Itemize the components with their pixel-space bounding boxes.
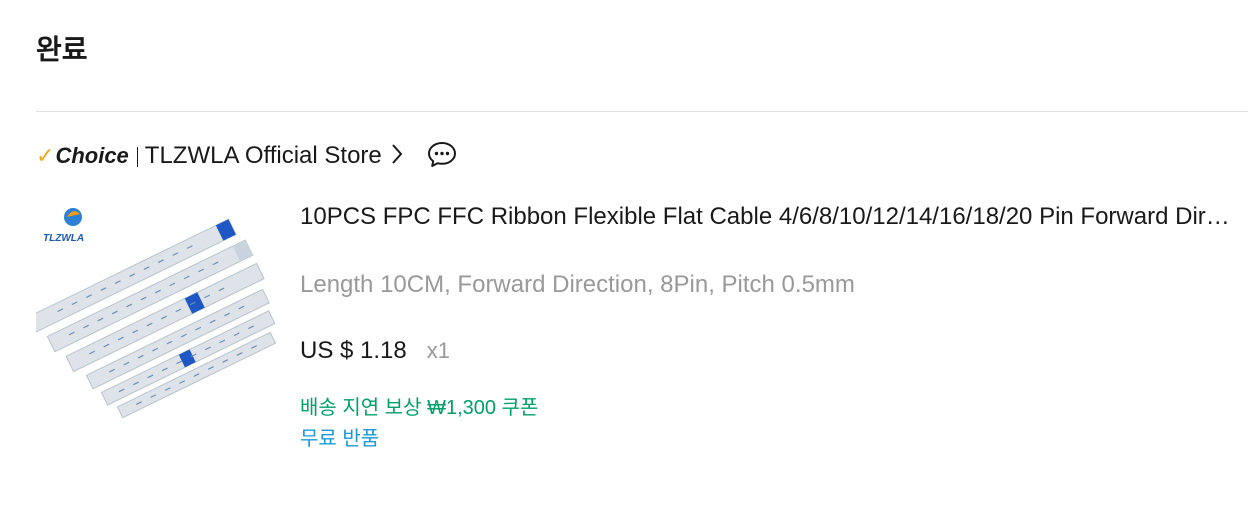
product-quantity: x1 [426,338,450,363]
divider [36,111,1248,112]
price-row: US $ 1.18 x1 [300,337,450,365]
free-return-link[interactable]: 무료 반품 [300,422,379,451]
chevron-right-icon [391,143,403,170]
chat-icon[interactable] [427,140,457,173]
product-price: US $ 1.18 [300,337,407,364]
order-status-title: 완료 [36,34,88,65]
image-brand-text: TLZWLA [43,233,84,244]
product-variant: Length 10CM, Forward Direction, 8Pin, Pi… [300,271,855,298]
choice-badge: ✓ Choice [36,143,129,169]
badge-separator [136,147,138,167]
product-image[interactable]: TLZWLA [28,198,277,419]
product-title[interactable]: 10PCS FPC FFC Ribbon Flexible Flat Cable… [300,203,1240,231]
choice-check-icon: ✓ [36,143,55,168]
store-link[interactable]: TLZWLA Official Store [145,142,403,170]
choice-badge-label: Choice [55,143,129,168]
store-name: TLZWLA Official Store [144,142,382,169]
store-row: ✓ Choice TLZWLA Official Store [36,138,457,174]
delay-compensation-coupon[interactable]: 배송 지연 보상 ₩1,300 쿠폰 [300,391,538,420]
